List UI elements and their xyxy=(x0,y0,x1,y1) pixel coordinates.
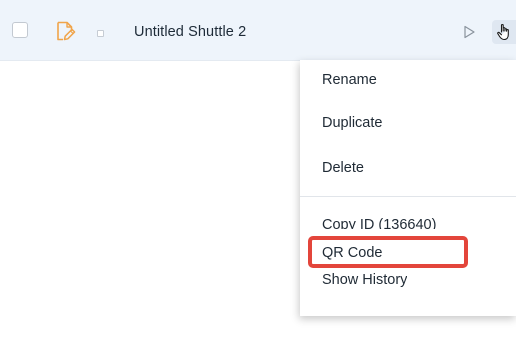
shuttle-edit-icon xyxy=(57,21,76,41)
status-square-icon xyxy=(97,30,104,37)
menu-item-duplicate[interactable]: Duplicate xyxy=(322,115,382,131)
menu-item-show-history-container[interactable]: Show History xyxy=(322,272,407,288)
menu-item-delete[interactable]: Delete xyxy=(322,160,364,176)
shuttle-row[interactable]: Untitled Shuttle 2 xyxy=(0,0,516,61)
row-checkbox[interactable] xyxy=(12,22,28,38)
page: Untitled Shuttle 2 Rename Duplicate Dele… xyxy=(0,0,516,352)
menu-item-qr-code[interactable]: QR Code xyxy=(322,245,382,261)
shuttle-title[interactable]: Untitled Shuttle 2 xyxy=(134,24,246,40)
play-icon[interactable] xyxy=(462,25,476,39)
context-menu: Rename Duplicate Delete Copy ID (136640)… xyxy=(300,60,516,316)
hand-cursor-icon xyxy=(497,23,509,41)
menu-item-show-history[interactable]: Show History xyxy=(322,272,407,288)
menu-divider xyxy=(300,196,516,197)
menu-item-rename[interactable]: Rename xyxy=(322,72,377,88)
menu-item-copy-id[interactable]: Copy ID (136640) xyxy=(322,217,436,229)
